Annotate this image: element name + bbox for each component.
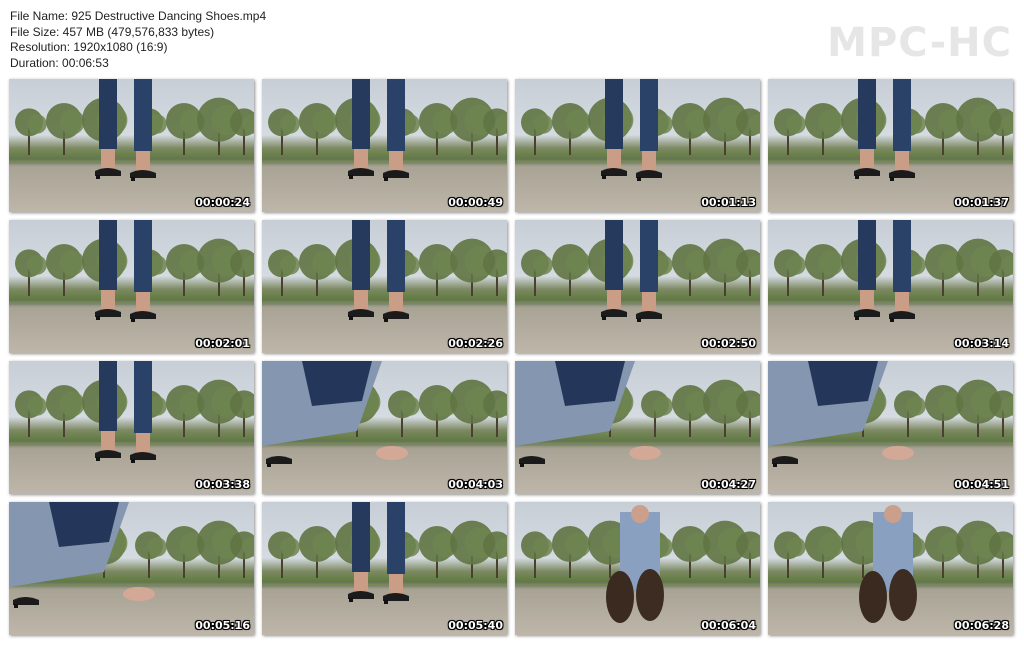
thumbnail-frame [768,361,1013,467]
thumbnail-timestamp: 00:04:27 [701,478,756,491]
thumbnail-timestamp: 00:00:49 [448,196,503,209]
thumbnail-frame [768,505,1013,623]
thumbnail-timestamp: 00:05:16 [195,619,250,632]
thumbnail-timestamp: 00:03:38 [195,478,250,491]
thumbnail-frame [768,79,1013,181]
video-thumbnail: 00:04:27 [515,361,760,494]
video-thumbnail: 00:02:26 [262,220,507,353]
thumbnail-timestamp: 00:05:40 [448,619,503,632]
thumbnail-frame [262,502,507,604]
thumbnail-timestamp: 00:02:26 [448,337,503,350]
thumbnail-timestamp: 00:00:24 [195,196,250,209]
thumbnail-frame [515,220,760,322]
video-thumbnail: 00:06:04 [515,502,760,635]
video-thumbnail: 00:03:14 [768,220,1013,353]
video-thumbnail: 00:00:24 [9,79,254,212]
file-size: File Size: 457 MB (479,576,833 bytes) [10,24,215,39]
thumbnail-frame [515,361,760,467]
thumbnail-frame [768,220,1013,322]
mpc-hc-logo: MPC-HC [827,20,1012,66]
thumbnail-timestamp: 00:01:37 [954,196,1009,209]
video-thumbnail: 00:05:16 [9,502,254,635]
thumbnail-frame [262,79,507,181]
thumbnail-timestamp: 00:02:50 [701,337,756,350]
thumbnail-frame [515,79,760,181]
duration: Duration: 00:06:53 [10,55,109,70]
video-thumbnail: 00:02:01 [9,220,254,353]
video-thumbnail: 00:01:13 [515,79,760,212]
thumbnail-frame [262,361,507,467]
resolution: Resolution: 1920x1080 (16:9) [10,40,168,54]
thumbnail-timestamp: 00:03:14 [954,337,1009,350]
thumbnail-timestamp: 00:01:13 [701,196,756,209]
thumbnail-frame [262,220,507,322]
thumbnail-frame [9,220,254,322]
thumbnail-frame [9,361,254,463]
video-thumbnail: 00:02:50 [515,220,760,353]
file-name: File Name: 925 Destructive Dancing Shoes… [10,9,267,23]
file-info: File Name: 925 Destructive Dancing Shoes… [10,9,266,71]
video-thumbnail: 00:05:40 [262,502,507,635]
video-thumbnail: 00:03:38 [9,361,254,494]
video-thumbnail: 00:06:28 [768,502,1013,635]
thumbnail-frame [515,505,760,623]
video-thumbnail: 00:01:37 [768,79,1013,212]
thumbnail-timestamp: 00:04:51 [954,478,1009,491]
thumbnail-timestamp: 00:04:03 [448,478,503,491]
video-thumbnail: 00:04:51 [768,361,1013,494]
video-thumbnail: 00:00:49 [262,79,507,212]
thumbnail-timestamp: 00:02:01 [195,337,250,350]
thumbnail-timestamp: 00:06:04 [701,619,756,632]
thumbnail-frame [9,79,254,181]
video-thumbnail: 00:04:03 [262,361,507,494]
thumbnail-frame [9,502,254,608]
thumbnail-timestamp: 00:06:28 [954,619,1009,632]
